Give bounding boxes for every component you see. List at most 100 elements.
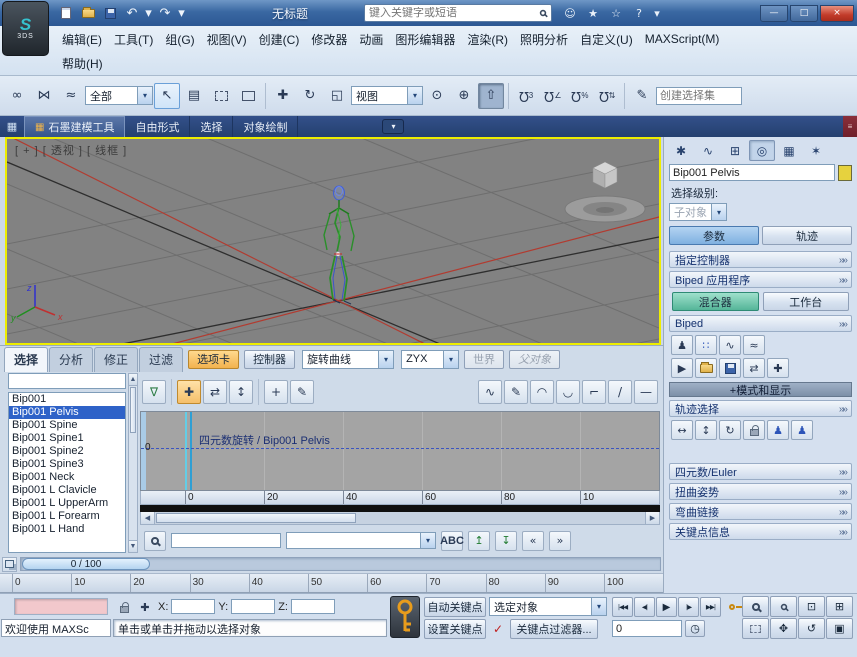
go-to-start-button[interactable] [612,597,633,617]
subscription-icon[interactable] [583,4,603,22]
lock-com-keying-icon[interactable] [743,420,765,440]
percent-snap-toggle-icon[interactable] [567,83,593,109]
move-keys-icon[interactable] [177,380,201,404]
dropdown-arrow-icon[interactable] [378,350,394,368]
track-list-item[interactable]: Bip001 [9,393,125,406]
dropdown-arrow-icon[interactable] [591,598,606,615]
body-horizontal-icon[interactable] [671,420,693,440]
slide-keys-icon[interactable] [203,380,227,404]
track-list-item[interactable]: Bip001 Spine1 [9,432,125,445]
rollout-track-selection[interactable]: 轨迹选择 [669,400,852,417]
trackbar-tick-label[interactable]: 0 [12,574,71,592]
previous-key-icon[interactable] [522,530,544,551]
menu-item[interactable]: 图形编辑器 [389,29,461,50]
maximize-button[interactable] [790,4,818,22]
tangent-fast-icon[interactable] [530,380,554,404]
unlink-selection-icon[interactable] [31,83,57,109]
dropdown-arrow-icon[interactable] [420,533,435,548]
time-slider-track[interactable]: 0 / 100 [20,557,661,571]
track-list-item[interactable]: Bip001 L Forearm [9,510,125,523]
track-list-item[interactable]: Bip001 Spine [9,419,125,432]
select-and-link-icon[interactable] [4,83,30,109]
footstep-mode-icon[interactable] [695,335,717,355]
parent-button[interactable]: 父对象 [509,349,561,369]
tangent-auto-icon[interactable] [478,380,502,404]
list-vertical-scrollbar[interactable]: ▲ ▼ [127,373,138,553]
trackbar-tick-label[interactable]: 50 [307,574,367,592]
selection-filter-dropdown[interactable]: 全部 [85,86,153,105]
rollout-key-info[interactable]: 关键点信息 [669,523,852,540]
trackbar-tick-label[interactable]: 20 [130,574,189,592]
menu-item[interactable]: MAXScript(M) [639,30,726,48]
tangent-step-icon[interactable] [582,380,606,404]
ribbon-tab-object-paint[interactable]: 对象绘制 [233,116,299,137]
zoom-extents-all-icon[interactable] [826,596,853,617]
absolute-offset-mode-toggle[interactable] [136,598,154,616]
tangent-smooth-icon[interactable] [634,380,658,404]
undo-dropdown-icon[interactable] [144,3,153,23]
tab-create-icon[interactable] [668,140,694,161]
promote-track-icon[interactable] [468,530,490,551]
abc-stats-icon[interactable]: ABC [440,530,464,551]
snap-toggle-3d-icon[interactable]: 3 [513,83,539,109]
current-frame-marker-secondary[interactable] [190,412,192,490]
application-menu-button[interactable]: S 3DS [2,1,49,56]
orbit-icon[interactable] [798,618,825,639]
open-mini-curve-editor-button[interactable] [2,556,17,572]
x-coordinate-field[interactable] [171,599,216,614]
sub-object-dropdown[interactable]: 子对象 [669,203,727,221]
named-selection-set-field[interactable] [656,86,742,105]
zoom-extents-icon[interactable] [798,596,825,617]
go-to-end-button[interactable] [700,597,721,617]
track-list-item[interactable]: Bip001 Neck [9,471,125,484]
key-selection-dropdown[interactable] [286,532,436,549]
reference-coordinate-dropdown[interactable]: 视图 [351,86,423,105]
body-vertical-icon[interactable] [695,420,717,440]
sign-in-icon[interactable] [560,4,580,22]
viewport-label[interactable]: [ + ] [ 透视 ] [ 线框 ] [15,142,127,158]
rectangular-selection-region-icon[interactable] [208,83,234,109]
dropdown-arrow-icon[interactable] [711,204,726,220]
save-file-button[interactable] [100,3,120,23]
add-keys-icon[interactable] [264,380,288,404]
ribbon-tab-selection[interactable]: 选择 [190,116,234,137]
set-keys-button[interactable] [390,596,420,638]
help-icon[interactable] [629,4,649,22]
info-center-search[interactable] [364,4,553,22]
draw-curves-icon[interactable] [290,380,314,404]
tab-hierarchy-icon[interactable] [722,140,748,161]
select-object-button[interactable] [154,82,180,109]
tab-modify-icon[interactable] [695,140,721,161]
save-file-icon[interactable] [719,358,741,378]
set-key-check-icon[interactable] [489,620,507,638]
current-frame-field[interactable] [612,620,682,637]
ribbon-right-handle[interactable]: ≡ [843,116,857,137]
window-crossing-toggle-icon[interactable] [235,83,261,109]
dropdown-arrow-icon[interactable] [443,350,459,368]
menu-item[interactable]: 编辑(E) [56,29,108,50]
key-mode-toggle[interactable] [722,597,743,617]
search-input[interactable] [369,7,536,19]
rollout-bend-links[interactable]: 弯曲链接 [669,503,852,520]
maxscript-mini-listener-pink[interactable] [14,598,108,615]
set-key-button[interactable]: 设置关键点 [424,619,486,639]
select-by-name-icon[interactable] [181,83,207,109]
menu-item[interactable]: 创建(C) [253,29,306,50]
mixer-button[interactable]: 混合器 [672,292,759,311]
track-list-item[interactable]: Bip001 L Clavicle [9,484,125,497]
tangent-slow-icon[interactable] [556,380,580,404]
redo-dropdown-icon[interactable] [177,3,186,23]
menu-item[interactable]: 照明分析 [514,29,574,50]
zoom-region-icon[interactable] [742,618,769,639]
scroll-left-icon[interactable]: ◀ [141,512,155,524]
auto-key-button[interactable]: 自动关键点 [424,597,486,617]
track-list-item[interactable]: Bip001 L Hand [9,523,125,536]
track-filter-field[interactable] [8,373,126,389]
current-frame-marker[interactable] [185,412,187,490]
viewport-gizmo[interactable] [564,161,646,223]
menu-item[interactable]: 视图(V) [201,29,253,50]
use-pivot-point-center-icon[interactable] [424,83,450,109]
tab-motion-icon[interactable] [749,140,775,161]
motion-flow-mode-icon[interactable] [719,335,741,355]
curve-horizontal-scrollbar[interactable]: ◀ ▶ [140,512,660,525]
